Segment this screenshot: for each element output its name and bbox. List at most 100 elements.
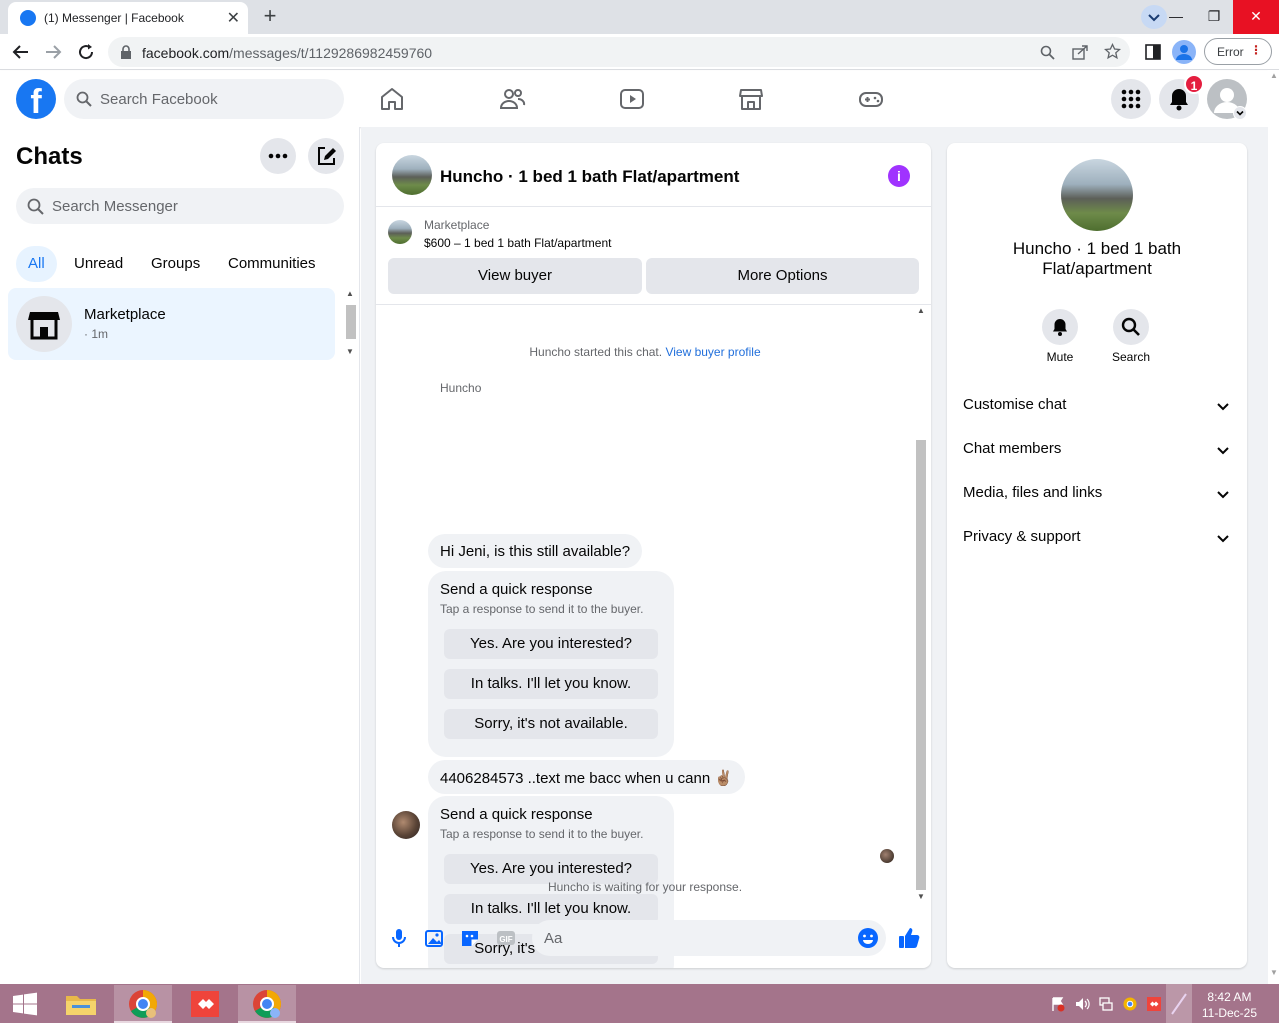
photo-icon[interactable] (423, 927, 445, 949)
gif-icon[interactable]: GIF (495, 927, 517, 949)
scroll-down-arrow-icon[interactable]: ▼ (917, 892, 925, 901)
flag-alert-icon[interactable] (1050, 996, 1066, 1012)
quick-response-in-talks-button[interactable]: In talks. I'll let you know. (444, 669, 658, 699)
file-explorer-taskbar-item[interactable] (52, 985, 110, 1023)
forward-arrow-icon[interactable] (44, 43, 62, 61)
back-arrow-icon[interactable] (12, 43, 30, 61)
message-placeholder: Aa (544, 930, 563, 947)
minimize-button[interactable]: — (1157, 0, 1195, 34)
listing-avatar[interactable] (392, 155, 432, 195)
side-panel-icon[interactable] (1145, 44, 1161, 60)
filter-groups[interactable]: Groups (139, 246, 212, 282)
start-button[interactable] (0, 985, 50, 1023)
microphone-icon[interactable] (388, 927, 410, 949)
marketplace-icon[interactable] (737, 85, 765, 113)
message-bubble[interactable]: Hi Jeni, is this still available? (428, 534, 643, 568)
home-icon[interactable] (378, 85, 406, 113)
watch-video-icon[interactable] (618, 85, 646, 113)
sender-avatar[interactable] (392, 811, 420, 839)
sticker-icon[interactable] (459, 927, 481, 949)
message-bubble[interactable]: 4406284573 ..text me bacc when u cann ✌🏽 (428, 760, 746, 794)
scroll-up-arrow-icon[interactable]: ▲ (917, 306, 925, 315)
address-bar[interactable]: facebook.com/messages/t/1129286982459760 (108, 37, 1130, 67)
share-icon[interactable] (1072, 44, 1089, 60)
menu-button[interactable] (1111, 79, 1151, 119)
tab-close-icon[interactable]: ✕ (227, 8, 240, 28)
reload-icon[interactable] (77, 43, 95, 61)
filter-all[interactable]: All (16, 246, 57, 282)
view-buyer-profile-link[interactable]: View buyer profile (665, 345, 760, 359)
scroll-up-arrow-icon[interactable]: ▲ (1270, 71, 1278, 80)
network-icon[interactable] (1098, 996, 1114, 1012)
anydesk-tray-icon[interactable] (1146, 996, 1162, 1012)
search-chat-button[interactable] (1113, 309, 1149, 345)
bookmark-star-icon[interactable] (1104, 43, 1121, 60)
profile-error-button[interactable]: Error ⋮ (1204, 38, 1272, 65)
new-tab-button[interactable]: + (256, 4, 284, 30)
chat-options-button[interactable] (260, 138, 296, 174)
marketplace-listing-bar: Marketplace $600 – 1 bed 1 bath Flat/apa… (376, 208, 931, 305)
scroll-down-arrow-icon[interactable]: ▼ (346, 347, 354, 356)
window-close-button[interactable]: ✕ (1233, 0, 1279, 34)
marketplace-label: Marketplace (424, 218, 490, 232)
volume-icon[interactable] (1074, 996, 1090, 1012)
waiting-notice: Huncho is waiting for your response. (547, 880, 743, 894)
messenger-search-input[interactable]: Search Messenger (16, 188, 344, 224)
friends-icon[interactable] (498, 85, 526, 113)
compose-icon (318, 147, 336, 165)
message-composer: GIF Aa (376, 913, 931, 963)
scroll-thumb[interactable] (916, 440, 926, 890)
chrome-tray-icon[interactable] (1122, 996, 1138, 1012)
section-privacy-support[interactable]: Privacy & support (963, 528, 1231, 548)
gaming-icon[interactable] (857, 85, 885, 113)
page-scrollbar[interactable]: ▲ ▼ (1268, 71, 1279, 984)
info-icon[interactable]: i (888, 165, 910, 187)
url-text: facebook.com/messages/t/1129286982459760 (142, 45, 432, 61)
chevron-down-icon (1217, 403, 1229, 411)
section-customise-chat[interactable]: Customise chat (963, 396, 1231, 416)
new-message-button[interactable] (308, 138, 344, 174)
like-thumb-icon[interactable] (897, 926, 921, 950)
marketplace-store-icon (28, 312, 60, 340)
notification-badge: 1 (1184, 74, 1204, 94)
sidebar-scrollbar[interactable]: ▲ ▼ (344, 289, 358, 359)
account-chevron-button[interactable] (1233, 106, 1247, 120)
chat-title[interactable]: Huncho · 1 bed 1 bath Flat/apartment (440, 167, 739, 187)
system-clock[interactable]: 8:42 AM 11-Dec-25 (1202, 989, 1257, 1021)
quick-response-subtext: Tap a response to send it to the buyer. (440, 827, 644, 841)
view-buyer-button[interactable]: View buyer (388, 258, 642, 294)
emoji-icon[interactable] (857, 927, 879, 949)
scroll-down-arrow-icon[interactable]: ▼ (1270, 968, 1278, 977)
started-text: Huncho started this chat. (529, 345, 663, 359)
browser-tab[interactable]: (1) Messenger | Facebook ✕ (8, 2, 248, 34)
facebook-logo-icon[interactable]: f (16, 79, 56, 119)
filter-unread[interactable]: Unread (62, 246, 135, 282)
scroll-up-arrow-icon[interactable]: ▲ (346, 289, 354, 298)
facebook-search-input[interactable]: Search Facebook (64, 79, 344, 119)
more-options-button[interactable]: More Options (646, 258, 919, 294)
clock-time: 8:42 AM (1207, 990, 1252, 1004)
quick-response-yes-button[interactable]: Yes. Are you interested? (444, 629, 658, 659)
section-media-files-links[interactable]: Media, files and links (963, 484, 1231, 504)
profile-avatar-icon[interactable] (1172, 40, 1196, 64)
section-label: Customise chat (963, 396, 1067, 413)
chevron-down-icon (1217, 447, 1229, 455)
anydesk-taskbar-item[interactable] (176, 985, 234, 1023)
listing-avatar-large[interactable] (1061, 159, 1133, 231)
conversation-item[interactable]: Marketplace · 1m (8, 288, 335, 360)
chrome-taskbar-item[interactable] (114, 985, 172, 1023)
pen-tray-button[interactable] (1166, 984, 1192, 1023)
mute-button[interactable] (1042, 309, 1078, 345)
filter-communities[interactable]: Communities (216, 246, 328, 282)
scroll-thumb[interactable] (346, 305, 356, 339)
search-icon (27, 198, 44, 215)
message-input[interactable]: Aa (532, 920, 886, 956)
search-icon (76, 91, 92, 107)
chrome-profile-taskbar-item[interactable] (238, 985, 296, 1023)
restore-button[interactable]: ❐ (1195, 0, 1233, 34)
section-chat-members[interactable]: Chat members (963, 440, 1231, 460)
chat-scrollbar[interactable]: ▲ ▼ (914, 306, 928, 904)
url-host: facebook.com (142, 45, 230, 61)
quick-response-not-available-button[interactable]: Sorry, it's not available. (444, 709, 658, 739)
zoom-icon[interactable] (1040, 45, 1055, 60)
